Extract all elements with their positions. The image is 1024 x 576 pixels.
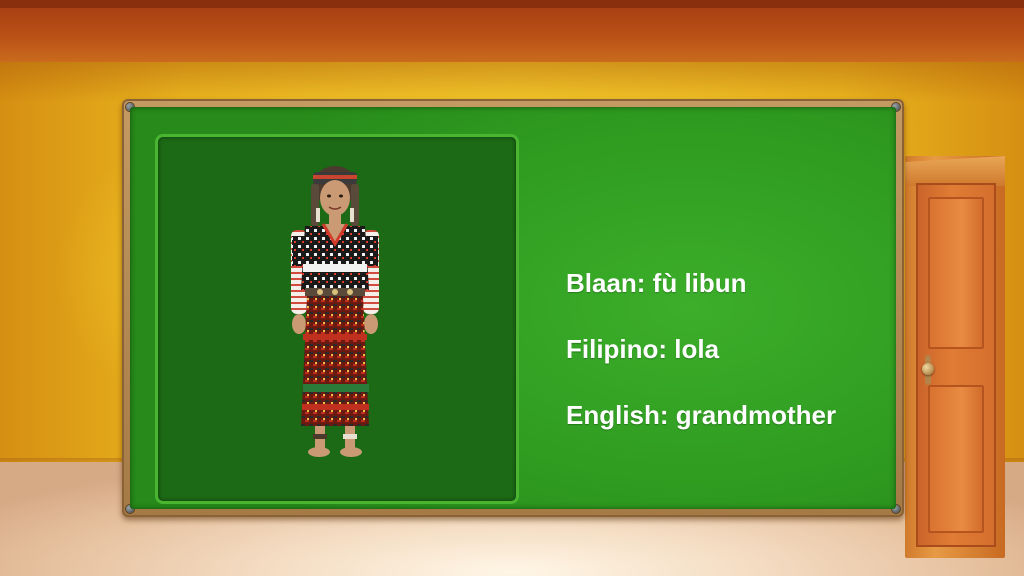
vocabulary-text: Blaan: fù libun Filipino: lola English: … (566, 268, 836, 430)
illustration-panel (155, 134, 519, 504)
classroom-door[interactable] (916, 183, 996, 547)
wall-shadow (0, 62, 1024, 102)
english-word: English: grandmother (566, 400, 837, 430)
filipino-word: Filipino: lola (566, 334, 720, 364)
door-lower-panel (928, 385, 984, 533)
blaan-word: Blaan: fù libun (566, 268, 747, 298)
chalkboard-surface: Blaan: fù libun Filipino: lola English: … (130, 107, 896, 509)
chalkboard: Blaan: fù libun Filipino: lola English: … (122, 99, 904, 517)
woman-in-traditional-blaan-attire-icon (291, 166, 379, 457)
door-upper-panel (928, 197, 984, 349)
ceiling-edge (0, 0, 1024, 8)
door-knob-icon[interactable] (922, 363, 934, 375)
ceiling (0, 0, 1024, 62)
